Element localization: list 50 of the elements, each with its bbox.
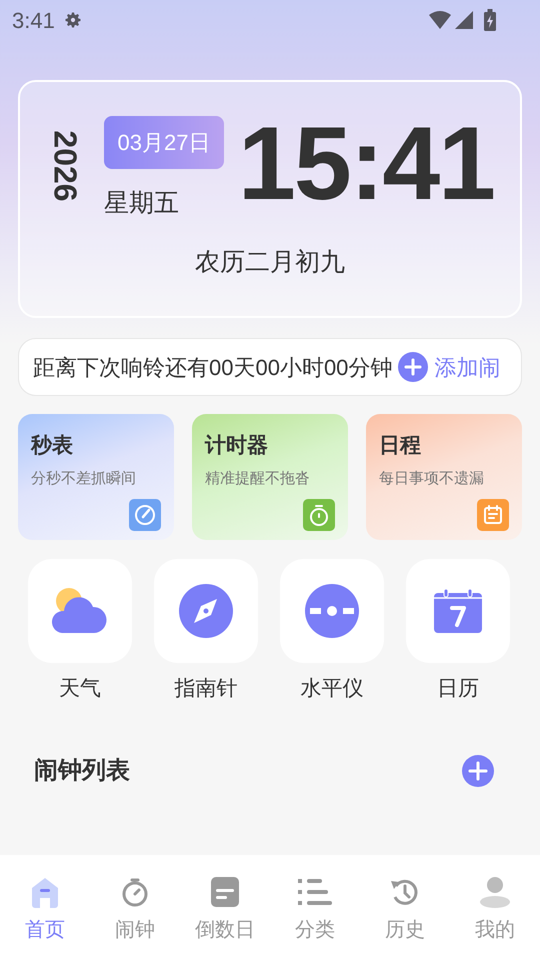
person-icon xyxy=(479,876,511,908)
nav-tab[interactable]: 首页 xyxy=(0,855,90,960)
clock-time: 15:41 xyxy=(238,105,494,224)
feature-card[interactable]: 秒表 分秒不差抓瞬间 xyxy=(18,414,174,540)
card-subtitle: 精准提醒不拖沓 xyxy=(205,468,311,488)
stopwatch-icon xyxy=(303,499,335,531)
stopwatch-icon xyxy=(120,877,150,907)
add-alarm-link[interactable]: 添加闹 xyxy=(398,350,500,384)
status-time: 3:41 xyxy=(12,6,55,34)
next-alarm-text: 距离下次响铃还有00天00小时00分钟 xyxy=(33,354,392,382)
nav-tab[interactable]: 倒数日 xyxy=(180,855,270,960)
tool-tile[interactable] xyxy=(28,559,132,663)
tool-label: 指南针 xyxy=(174,676,238,702)
list-icon xyxy=(298,879,332,905)
nav-tab[interactable]: 闹钟 xyxy=(90,855,180,960)
date-badge: 03月27日 xyxy=(104,116,224,169)
alarm-list-title: 闹钟列表 xyxy=(34,756,130,786)
level-icon xyxy=(304,583,360,639)
nav-tab[interactable]: 分类 xyxy=(270,855,360,960)
tool-label: 天气 xyxy=(59,676,101,702)
gauge-icon xyxy=(129,499,161,531)
year-text: 2026 xyxy=(47,130,85,202)
wifi-icon xyxy=(428,10,452,30)
tool-tile[interactable] xyxy=(406,559,510,663)
tool-label: 日历 xyxy=(437,676,479,702)
feature-card[interactable]: 计时器 精准提醒不拖沓 xyxy=(192,414,348,540)
tool-tile[interactable] xyxy=(280,559,384,663)
battery-icon xyxy=(484,9,496,31)
history-icon xyxy=(390,877,420,907)
calendar-icon xyxy=(434,589,482,633)
add-icon xyxy=(398,352,428,382)
weekday-text: 星期五 xyxy=(104,188,180,219)
card-title: 秒表 xyxy=(31,433,74,459)
calendar-icon xyxy=(477,499,509,531)
document-icon xyxy=(211,877,239,907)
card-subtitle: 每日事项不遗漏 xyxy=(379,468,485,488)
lunar-date: 农历二月初九 xyxy=(195,247,345,278)
settings-icon xyxy=(62,10,83,30)
nav-tab[interactable]: 我的 xyxy=(450,855,540,960)
card-title: 日程 xyxy=(379,433,422,459)
add-alarm-button[interactable] xyxy=(462,754,494,786)
tool-tile[interactable] xyxy=(154,559,258,663)
signal-icon xyxy=(454,10,474,30)
tool-label: 水平仪 xyxy=(300,676,364,702)
compass-icon xyxy=(178,583,234,639)
feature-card[interactable]: 日程 每日事项不遗漏 xyxy=(366,414,522,540)
home-icon xyxy=(30,876,60,908)
nav-tab[interactable]: 历史 xyxy=(360,855,450,960)
card-title: 计时器 xyxy=(205,433,269,459)
card-subtitle: 分秒不差抓瞬间 xyxy=(31,468,137,488)
